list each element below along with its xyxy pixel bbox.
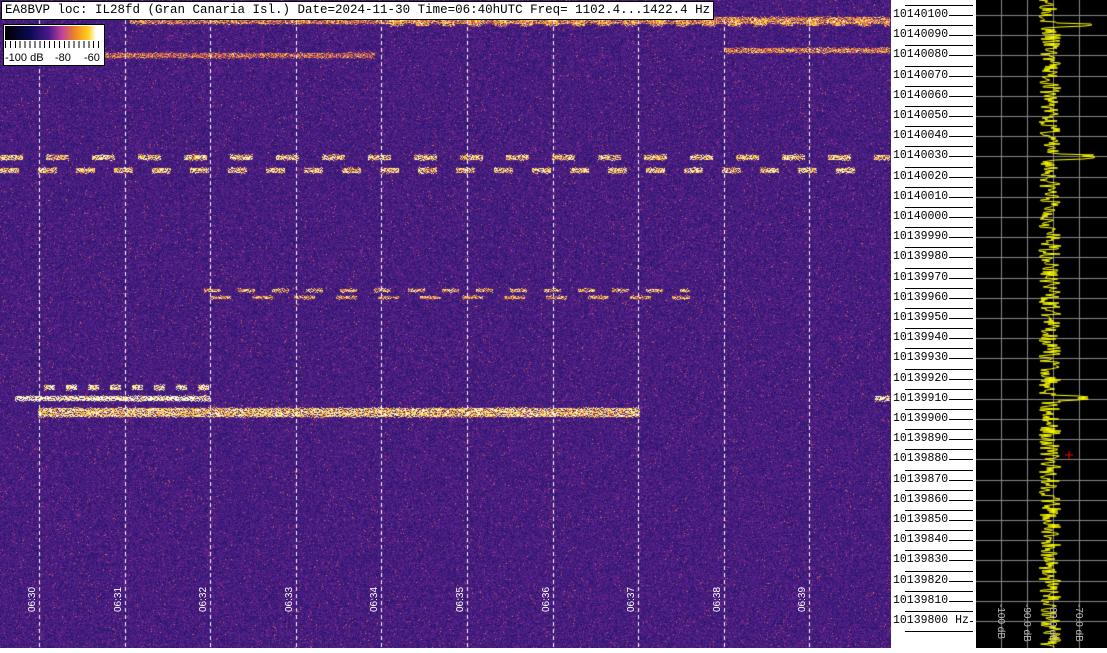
- freq-label: 10139830: [893, 553, 950, 567]
- spectrum-trace: [976, 0, 1107, 648]
- freq-label: 10139880: [893, 452, 950, 466]
- freq-label: 10139850: [893, 513, 950, 526]
- freq-minor-tick: [905, 5, 973, 6]
- time-label: 06:39: [797, 586, 809, 612]
- freq-minor-tick: [905, 409, 973, 410]
- freq-minor-tick: [905, 308, 973, 309]
- freq-label: 10139900: [893, 412, 950, 425]
- db-label: -100 dB: [995, 604, 1006, 640]
- freq-label: 10139870: [893, 472, 950, 486]
- freq-minor-tick: [905, 469, 973, 471]
- freq-label: 10140000: [893, 210, 950, 223]
- waterfall-spectrogram[interactable]: [0, 0, 891, 648]
- db-label: -70.0 dB: [1073, 604, 1084, 642]
- freq-label: 10140050: [893, 109, 950, 122]
- freq-label: 10139980: [893, 250, 950, 264]
- freq-minor-tick: [905, 287, 973, 289]
- freq-label: 10139810: [893, 593, 950, 607]
- info-header: EA8BVP loc: IL28fd (Gran Canaria Isl.) D…: [1, 1, 715, 20]
- freq-label: 10139950: [893, 311, 950, 324]
- freq-minor-tick: [905, 186, 973, 188]
- freq-minor-tick: [905, 126, 973, 128]
- freq-minor-tick: [905, 328, 973, 330]
- freq-minor-tick: [905, 550, 973, 552]
- freq-label: 10140020: [893, 169, 950, 183]
- freq-minor-tick: [905, 429, 973, 431]
- time-label: 06:34: [369, 586, 381, 612]
- color-scale-legend: -100 dB -80 -60: [3, 24, 105, 66]
- freq-minor-tick: [905, 611, 973, 612]
- time-label: 06:35: [455, 586, 466, 612]
- time-label: 06:30: [27, 586, 38, 612]
- legend-label-max: -60: [84, 52, 100, 64]
- freq-minor-tick: [905, 45, 973, 47]
- color-scale-bar: [5, 26, 103, 40]
- db-label: -90.0 dB: [1021, 604, 1032, 642]
- freq-label: 10139940: [893, 331, 950, 345]
- freq-minor-tick: [905, 247, 973, 249]
- freq-minor-tick: [905, 146, 973, 148]
- time-label: 06:37: [626, 586, 638, 612]
- freq-label: 10139970: [893, 270, 950, 284]
- time-label: 06:31: [112, 586, 124, 612]
- time-label: 06:33: [283, 586, 295, 612]
- freq-label: 10140040: [893, 129, 950, 143]
- freq-label: 10139890: [893, 432, 950, 446]
- color-scale-ticks: [5, 41, 103, 48]
- freq-minor-tick: [905, 25, 973, 27]
- freq-label: 10139840: [893, 533, 950, 547]
- freq-label: 10140100: [893, 8, 950, 21]
- freq-minor-tick: [905, 388, 973, 390]
- freq-minor-tick: [905, 65, 973, 67]
- freq-label: 10139860: [893, 492, 950, 506]
- freq-minor-tick: [905, 489, 973, 491]
- legend-label-min: -100 dB: [5, 52, 44, 64]
- freq-label: 10140090: [893, 28, 950, 42]
- freq-minor-tick: [905, 85, 973, 87]
- freq-minor-tick: [905, 166, 973, 168]
- freq-label: 10140070: [893, 68, 950, 82]
- freq-minor-tick: [905, 267, 973, 269]
- spectrum-panel: -100 dB -90.0 dB -80.0 dB -70.0 dB: [976, 0, 1107, 648]
- freq-minor-tick: [905, 449, 973, 451]
- db-label: -80.0 dB: [1047, 604, 1058, 642]
- freq-label: 10140060: [893, 88, 950, 102]
- freq-minor-tick: [905, 590, 973, 592]
- freq-label: 10139990: [893, 230, 950, 244]
- freq-minor-tick: [905, 348, 973, 350]
- freq-label: 10139960: [893, 290, 950, 304]
- freq-label: 10140080: [893, 48, 950, 62]
- freq-label: 10139920: [893, 371, 950, 385]
- legend-label-mid: -80: [55, 52, 71, 64]
- time-label: 06:38: [711, 586, 723, 612]
- freq-minor-tick: [905, 510, 973, 511]
- freq-label: 10140030: [893, 149, 950, 163]
- freq-minor-tick: [905, 106, 973, 107]
- freq-label: 10139800 Hz: [893, 614, 970, 627]
- freq-label: 10139910: [893, 391, 950, 405]
- time-label: 06:36: [540, 586, 552, 612]
- freq-minor-tick: [905, 368, 973, 370]
- frequency-axis: 10140100 10140090 10140080 10140070 10140060…: [891, 0, 976, 648]
- freq-minor-tick: [905, 207, 973, 208]
- freq-minor-tick: [905, 570, 973, 572]
- freq-label: 10140010: [893, 189, 950, 203]
- freq-minor-tick: [905, 227, 973, 229]
- freq-label: 10139930: [893, 351, 950, 365]
- freq-label: 10139820: [893, 573, 950, 587]
- time-label: 06:32: [198, 586, 210, 612]
- freq-minor-tick: [905, 530, 973, 532]
